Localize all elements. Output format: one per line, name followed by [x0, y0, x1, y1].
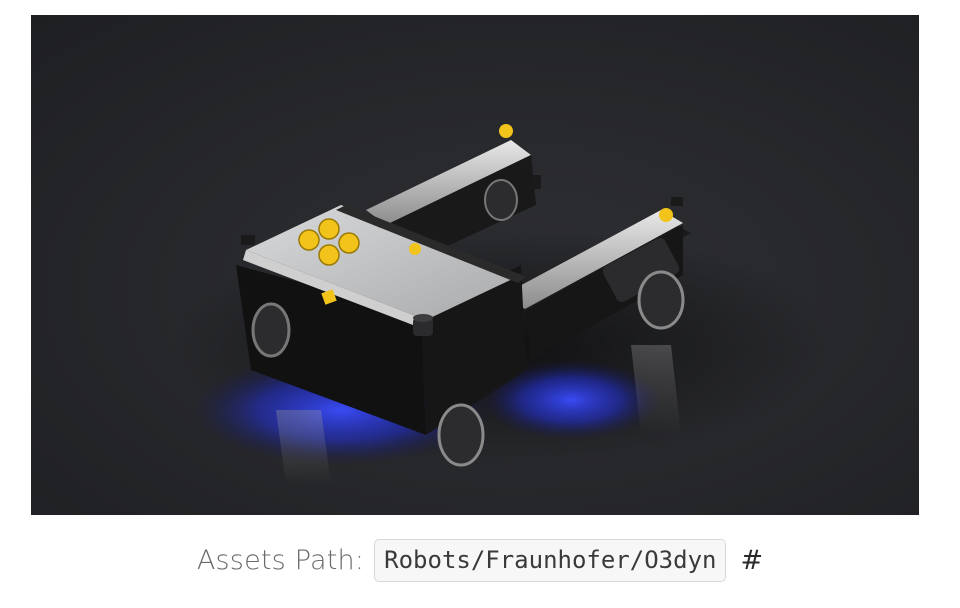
assets-path-label: Assets Path:	[196, 544, 365, 576]
permalink-anchor[interactable]: #	[740, 545, 763, 576]
robot-render-image	[31, 15, 919, 515]
asset-caption: Assets Path: Robots/Fraunhofer/O3dyn #	[0, 532, 960, 588]
assets-path-code: Robots/Fraunhofer/O3dyn	[374, 538, 727, 582]
